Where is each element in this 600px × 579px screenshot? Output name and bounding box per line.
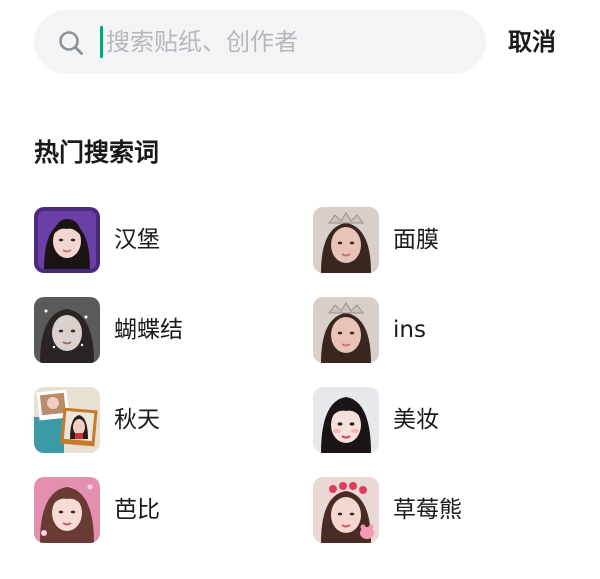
search-input[interactable]: 搜索贴纸、创作者 (106, 27, 298, 57)
face-thumbnail (313, 387, 379, 453)
hot-term-face-mask[interactable]: 面膜 (313, 207, 563, 275)
face-thumbnail (34, 207, 100, 273)
hot-term-strawberry-bear[interactable]: 草莓熊 (313, 477, 563, 545)
hot-term-label: 秋天 (114, 407, 160, 433)
search-bar[interactable]: 搜索贴纸、创作者 (34, 10, 486, 74)
face-thumbnail (313, 297, 379, 363)
face-thumbnail (313, 477, 379, 543)
hot-term-barbie[interactable]: 芭比 (34, 477, 284, 545)
hot-term-hamburger[interactable]: 汉堡 (34, 207, 284, 275)
text-cursor (100, 26, 103, 58)
hot-term-label: ins (393, 317, 426, 343)
hot-term-label: 蝴蝶结 (114, 317, 183, 343)
hot-term-label: 草莓熊 (393, 497, 462, 523)
hot-term-label: 面膜 (393, 227, 439, 253)
section-title: 热门搜索词 (34, 138, 160, 167)
face-thumbnail (34, 477, 100, 543)
cancel-button[interactable]: 取消 (508, 24, 556, 60)
hot-term-bow[interactable]: 蝴蝶结 (34, 297, 284, 365)
hot-term-makeup[interactable]: 美妆 (313, 387, 563, 455)
hot-term-label: 汉堡 (114, 227, 160, 253)
hot-term-label: 芭比 (114, 497, 160, 523)
face-thumbnail (34, 297, 100, 363)
hot-term-autumn[interactable]: 秋天 (34, 387, 284, 455)
hot-term-ins[interactable]: ins (313, 297, 563, 365)
search-icon (58, 30, 84, 56)
photo-collage-thumbnail (34, 387, 100, 453)
face-thumbnail (313, 207, 379, 273)
hot-term-label: 美妆 (393, 407, 439, 433)
